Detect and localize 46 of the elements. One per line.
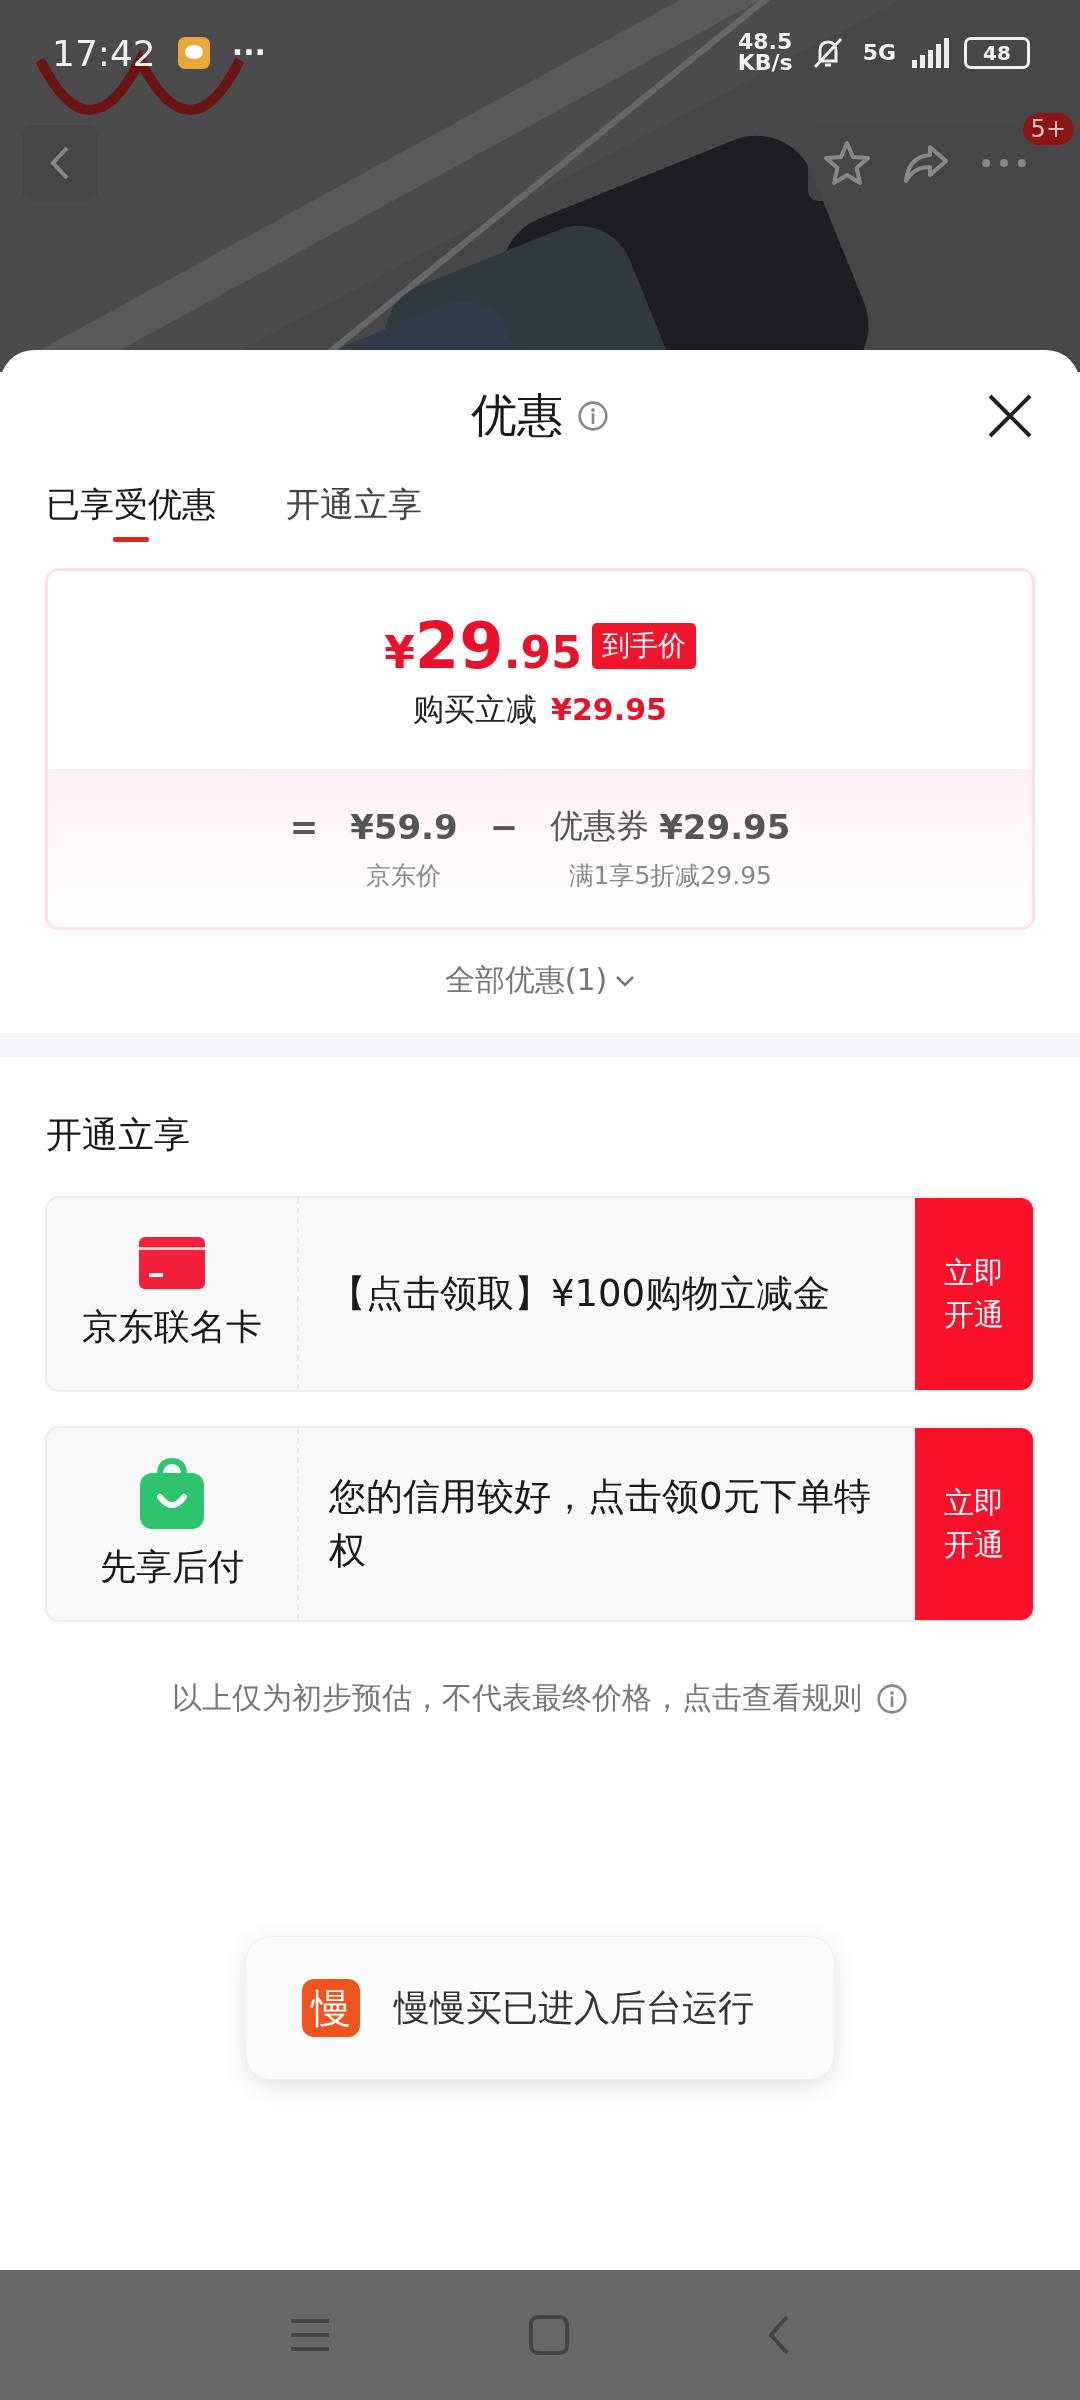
coupon-amount: ¥29.95: [659, 806, 791, 847]
share-icon[interactable]: [902, 143, 950, 183]
reduction-amount: ¥29.95: [551, 692, 667, 727]
all-offers-link[interactable]: 全部优惠(1): [440, 956, 640, 1005]
tab[interactable]: 已享受优惠: [46, 482, 216, 542]
back-icon[interactable]: [767, 2315, 791, 2355]
sheet-title: 优惠: [471, 387, 563, 444]
app-icon: 慢: [302, 1979, 360, 2037]
disclaimer-link[interactable]: 以上仅为初步预估，不代表最终价格，点击查看规则: [172, 1678, 862, 1719]
battery-level: 48: [964, 37, 1030, 69]
clock-time: 17:42: [52, 32, 156, 74]
count-badge: 5+: [1022, 113, 1074, 145]
activate-button[interactable]: 立即开通: [915, 1428, 1033, 1620]
menu-icon[interactable]: [289, 2317, 331, 2353]
equals-sign: =: [289, 806, 319, 847]
tab[interactable]: 开通立享: [286, 482, 422, 542]
section-title: 开通立享: [46, 1113, 191, 1157]
coupon-label: 优惠券: [550, 805, 650, 847]
network-type: 5G: [862, 42, 896, 64]
base-caption: 京东价: [365, 860, 443, 892]
signal-icon: [910, 38, 950, 68]
offer-description: 您的信用较好，点击领0元下单特权: [328, 1474, 872, 1574]
more-icon[interactable]: [980, 158, 1027, 168]
reduction-label: 购买立减: [413, 690, 538, 729]
info-icon: [577, 400, 609, 432]
home-icon[interactable]: [529, 2315, 569, 2355]
activate-button[interactable]: 立即开通: [915, 1198, 1033, 1390]
chevron-down-icon: [615, 973, 636, 988]
base-price: ¥59.9: [350, 806, 458, 847]
chat-notification-icon: [177, 37, 210, 69]
final-price: ¥29.95: [384, 609, 582, 683]
minus-sign: −: [489, 806, 519, 847]
offer-name: 京东联名卡: [82, 1304, 262, 1349]
price-tag: 到手价: [591, 623, 696, 669]
back-button[interactable]: [22, 125, 98, 201]
info-icon: [876, 1682, 908, 1715]
offer-name: 先享后付: [100, 1544, 244, 1589]
shopping-bag-icon: [140, 1456, 204, 1529]
toast-message: 慢慢买已进入后台运行: [394, 1985, 754, 2030]
offer-description: 【点击领取】¥100购物立减金: [328, 1271, 832, 1318]
card-icon: [139, 1236, 205, 1289]
star-icon[interactable]: [823, 140, 872, 186]
network-speed: 48.5 KB/s: [737, 32, 793, 74]
more-notifications: ···: [231, 38, 266, 68]
back-icon: [49, 145, 71, 181]
coupon-caption: 满1享5折减29.95: [567, 860, 773, 892]
